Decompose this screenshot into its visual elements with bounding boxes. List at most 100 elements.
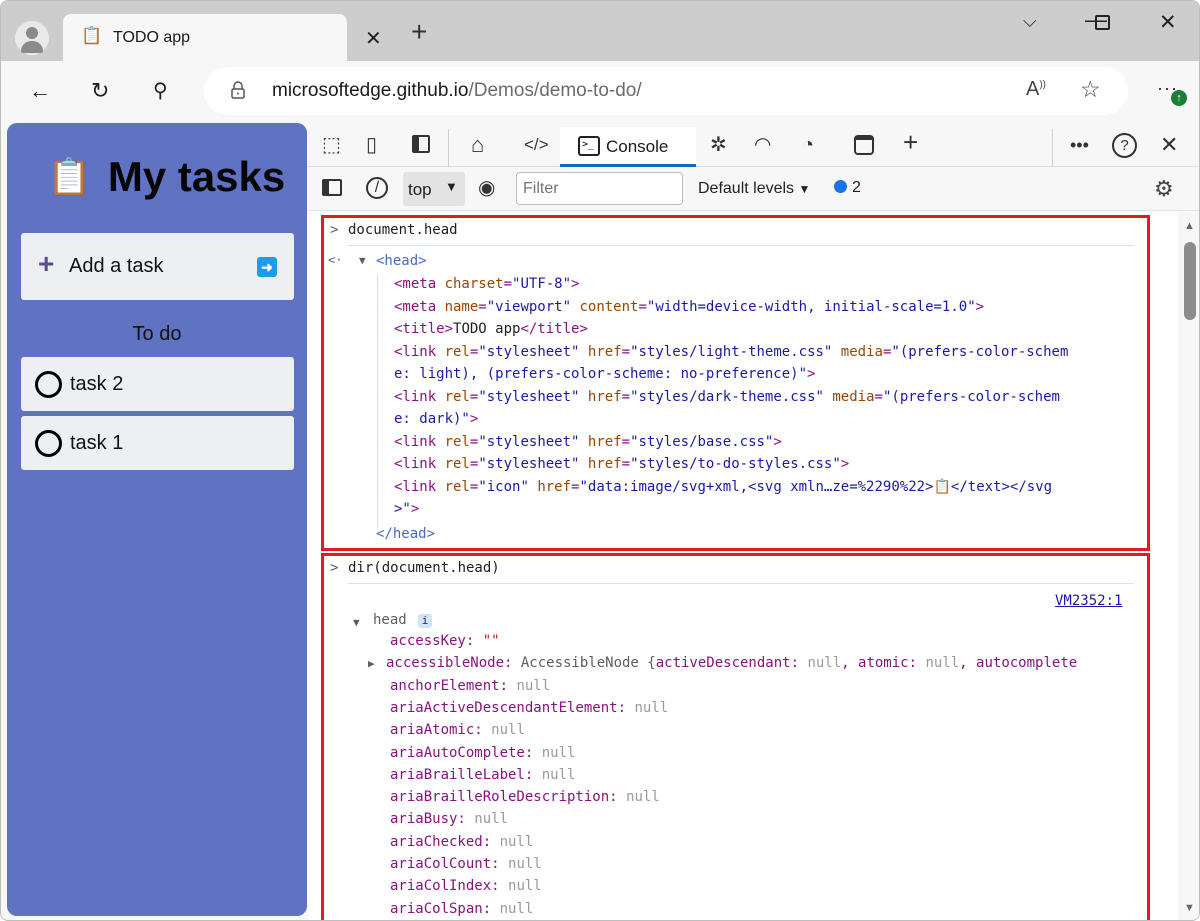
new-tab-button[interactable]: + (411, 18, 427, 46)
show-sidebar-icon[interactable] (322, 179, 342, 196)
property-row[interactable]: anchorElement: null (390, 678, 550, 694)
attr-value: >" (394, 501, 411, 517)
expand-triangle-icon[interactable]: ▼ (359, 254, 366, 267)
head-open-tag[interactable]: <head> (376, 253, 427, 269)
tag-token: = (621, 388, 631, 405)
property-row[interactable]: ariaAutoComplete: null (390, 745, 575, 761)
dom-node-line[interactable]: <meta charset="UTF-8"> (394, 276, 579, 292)
tab-actions-chevron-icon[interactable]: ⌵ (1023, 11, 1037, 32)
lock-icon[interactable] (231, 81, 245, 99)
console-scrollbar[interactable]: ▲ ▼ (1178, 212, 1199, 920)
info-badge[interactable]: i (418, 613, 432, 629)
device-emulation-icon[interactable]: ▯ (366, 133, 377, 157)
attr-value: "viewport" (486, 298, 572, 315)
dock-sidebar-icon[interactable] (412, 135, 430, 153)
clipboard-icon: 📋 (47, 156, 92, 197)
attr-name: rel (444, 343, 470, 360)
dom-node-line[interactable]: <link rel="stylesheet" href="styles/dark… (394, 389, 1060, 405)
dom-node-line[interactable]: <link rel="stylesheet" href="styles/to-d… (394, 456, 849, 472)
read-aloud-icon[interactable]: A)) (1026, 78, 1046, 101)
attr-value: "styles/dark-theme.css" (630, 388, 824, 405)
dom-node-line[interactable]: e: dark)"> (394, 411, 478, 427)
property-row[interactable]: ariaChecked: null (390, 834, 533, 850)
scroll-thumb[interactable] (1184, 242, 1196, 320)
url-path: /Demos/demo-to-do/ (468, 80, 642, 101)
add-task-input[interactable]: + Add a task ➜ (21, 233, 294, 300)
performance-gauge-icon[interactable]: ◔ (802, 133, 814, 157)
task-item[interactable]: task 1 (21, 416, 294, 470)
scroll-up-arrow-icon[interactable]: ▲ (1184, 220, 1195, 232)
network-wifi-icon[interactable]: ◠ (754, 133, 771, 157)
welcome-home-icon[interactable]: ⌂ (471, 133, 484, 157)
message-count[interactable]: 2 (834, 179, 861, 197)
property-row[interactable]: ariaBrailleRoleDescription: null (390, 789, 660, 805)
context-selector[interactable]: top ▼ (403, 172, 465, 206)
dom-node-line[interactable]: <link rel="icon" href="data:image/svg+xm… (394, 479, 1052, 495)
attr-name: href (537, 478, 572, 495)
plus-icon: + (38, 248, 55, 279)
maximize-icon[interactable] (1095, 15, 1110, 30)
tag-token (579, 456, 587, 472)
task-item[interactable]: task 2 (21, 357, 294, 411)
close-window-icon[interactable]: ✕ (1159, 10, 1177, 35)
property-key: ariaColIndex: (390, 878, 509, 895)
sources-bug-icon[interactable]: ✲ (710, 133, 727, 157)
refresh-icon[interactable]: ↻ (91, 78, 109, 104)
task-checkbox-circle[interactable] (35, 371, 62, 398)
console-settings-gear-icon[interactable]: ⚙ (1154, 176, 1174, 202)
live-expression-eye-icon[interactable]: ◉ (478, 176, 495, 200)
tag-token: <meta (394, 276, 445, 292)
property-value: "" (482, 633, 500, 649)
expand-triangle-icon[interactable]: ▼ (353, 616, 360, 629)
dom-node-line[interactable]: <link rel="stylesheet" href="styles/ligh… (394, 344, 1068, 360)
tab-console[interactable]: >_ Console (560, 127, 696, 167)
more-tools-plus-icon[interactable]: + (903, 129, 918, 155)
property-row[interactable]: ariaActiveDescendantElement: null (390, 700, 668, 716)
address-bar[interactable]: microsoftedge.github.io/Demos/demo-to-do… (204, 67, 1128, 115)
property-row[interactable]: ariaColIndex: null (390, 878, 542, 894)
clipboard-icon: 📋 (81, 26, 103, 45)
submit-arrow-button[interactable]: ➜ (257, 257, 277, 277)
property-row[interactable]: ariaBrailleLabel: null (390, 767, 575, 783)
property-row[interactable]: ariaAtomic: null (390, 722, 525, 738)
property-row[interactable]: ariaColSpan: null (390, 901, 533, 917)
close-devtools-icon[interactable]: ✕ (1160, 133, 1178, 157)
property-key: ariaChecked: (390, 833, 500, 850)
app-title: 📋 My tasks (47, 153, 285, 201)
dom-node-line[interactable]: <link rel="stylesheet" href="styles/base… (394, 434, 782, 450)
clear-console-icon[interactable]: / (366, 177, 388, 199)
property-key: anchorElement: (390, 677, 517, 694)
message-count-value: 2 (852, 179, 861, 196)
help-icon[interactable]: ? (1112, 133, 1137, 158)
profile-avatar[interactable] (15, 21, 49, 55)
property-row[interactable]: accessKey: "" (390, 633, 500, 649)
close-tab-icon[interactable]: ✕ (365, 26, 382, 51)
tab-title: TODO app (113, 29, 191, 46)
application-icon[interactable] (854, 135, 874, 155)
browser-tab[interactable]: 📋 TODO app ✕ (63, 14, 382, 61)
dom-node-line[interactable]: e: light), (prefers-color-scheme: no-pre… (394, 366, 815, 382)
console-output[interactable]: > document.head <· ▼ <head> <meta charse… (308, 212, 1178, 920)
property-row[interactable]: ▶ accessibleNode: AccessibleNode {activeD… (368, 655, 1077, 671)
back-icon[interactable]: ← (29, 78, 51, 104)
inspect-icon[interactable]: ⬚ (322, 133, 341, 157)
object-name[interactable]: head (373, 612, 407, 628)
dom-node-line[interactable]: <meta name="viewport" content="width=dev… (394, 299, 984, 315)
filter-input[interactable] (516, 172, 683, 205)
search-icon[interactable]: ⚲ (153, 78, 168, 104)
source-link[interactable]: VM2352:1 (1055, 593, 1122, 609)
customize-more-icon[interactable]: ••• (1070, 133, 1089, 157)
expand-triangle-icon[interactable]: ▶ (368, 657, 375, 670)
head-close-tag[interactable]: </head> (376, 526, 435, 542)
dom-node-line[interactable]: <title>TODO app</title> (394, 321, 588, 337)
url-text[interactable]: microsoftedge.github.io/Demos/demo-to-do… (272, 80, 642, 102)
log-levels-dropdown[interactable]: Default levels ▼ (698, 180, 810, 198)
scroll-down-arrow-icon[interactable]: ▼ (1184, 902, 1195, 914)
property-row[interactable]: ariaColCount: null (390, 856, 542, 872)
elements-icon[interactable]: </> (524, 133, 549, 157)
tag-token: <link (394, 478, 445, 495)
dom-node-line[interactable]: >"> (394, 501, 419, 517)
property-row[interactable]: ariaBusy: null (390, 811, 508, 827)
favorite-star-icon[interactable]: ☆ (1080, 76, 1101, 103)
task-checkbox-circle[interactable] (35, 430, 62, 457)
